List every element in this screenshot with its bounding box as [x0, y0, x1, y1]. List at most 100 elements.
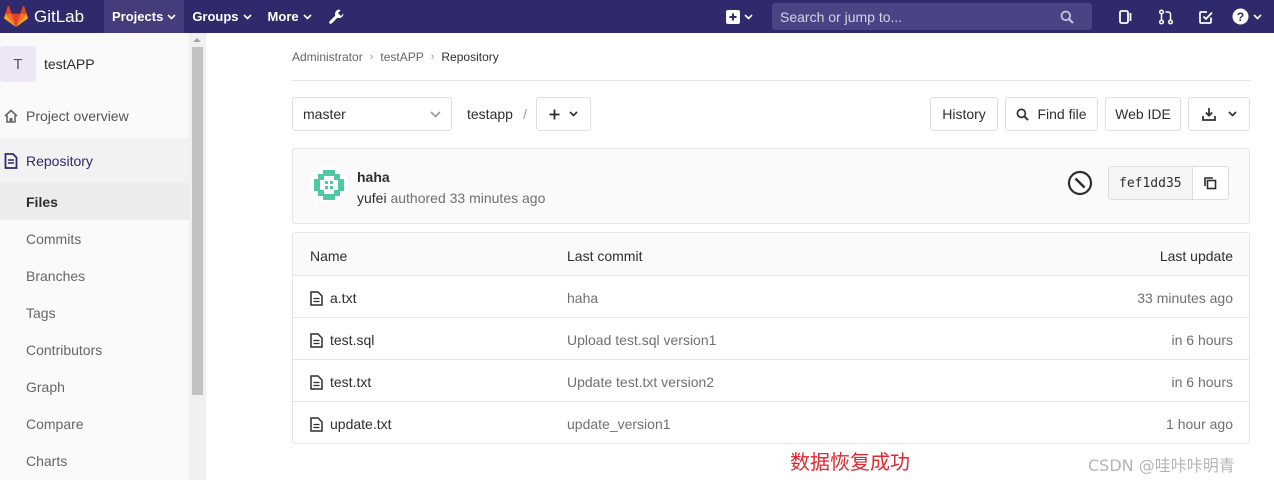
- projects-menu[interactable]: Projects: [104, 0, 185, 33]
- brand-name: GitLab: [34, 6, 85, 26]
- branch-select[interactable]: master: [292, 97, 452, 131]
- plus-icon: [549, 109, 560, 119]
- commit-author-link[interactable]: yufei: [357, 190, 387, 206]
- search-box[interactable]: [772, 3, 1092, 30]
- help-circle-icon: ?: [1232, 8, 1249, 25]
- file-name-link[interactable]: update.txt: [310, 416, 392, 432]
- top-navbar: GitLab Projects Groups More Search or ju…: [0, 0, 1274, 33]
- commit-meta: yufei authored 33 minutes ago: [357, 190, 545, 206]
- file-name-link[interactable]: test.txt: [310, 374, 371, 390]
- chevron-down-icon: [1227, 111, 1237, 117]
- search-icon: [1017, 108, 1030, 121]
- breadcrumb-repository[interactable]: Repository: [441, 50, 498, 64]
- sidebar-project-header[interactable]: T testAPP: [0, 44, 189, 84]
- table-header: Name Last commit Last update: [293, 233, 1249, 276]
- new-item-dropdown[interactable]: [722, 0, 768, 33]
- file-icon: [310, 374, 323, 390]
- admin-area-button[interactable]: [320, 0, 354, 33]
- last-update-time: 1 hour ago: [1166, 416, 1233, 432]
- find-file-button[interactable]: Find file: [1005, 97, 1098, 131]
- chevron-down-icon: [167, 13, 176, 20]
- chevron-down-icon: [1253, 13, 1262, 20]
- search-icon: [1060, 10, 1074, 24]
- last-commit-link[interactable]: haha: [567, 290, 598, 306]
- file-icon: [310, 416, 323, 432]
- svg-text:?: ?: [1237, 10, 1244, 24]
- download-dropdown[interactable]: [1188, 97, 1250, 131]
- download-icon: [1201, 108, 1216, 121]
- groups-menu[interactable]: Groups: [184, 0, 259, 33]
- merge-requests-button[interactable]: [1146, 0, 1186, 33]
- chevron-down-icon: [744, 13, 753, 20]
- sidebar-item-branches[interactable]: Branches: [0, 257, 189, 294]
- find-file-label: Find file: [1037, 106, 1087, 122]
- plus-square-icon: [726, 9, 740, 24]
- commit-title-link[interactable]: haha: [357, 169, 390, 185]
- sidebar-item-charts[interactable]: Charts: [0, 442, 189, 479]
- sidebar-item-label: Repository: [26, 152, 93, 169]
- sidebar-item-repository[interactable]: Repository: [0, 138, 189, 183]
- table-row[interactable]: a.txt haha 33 minutes ago: [293, 276, 1249, 318]
- sidebar-item-tags[interactable]: Tags: [0, 294, 189, 331]
- column-header-name: Name: [310, 248, 348, 264]
- sidebar-item-project-overview[interactable]: Project overview: [0, 97, 189, 134]
- sidebar-scroll-thumb[interactable]: [192, 47, 203, 395]
- sidebar-item-commits[interactable]: Commits: [0, 220, 189, 257]
- repo-path-link[interactable]: testapp: [467, 106, 513, 122]
- sidebar-item-files[interactable]: Files: [0, 183, 189, 220]
- project-name: testAPP: [44, 56, 95, 72]
- path-separator: /: [523, 106, 527, 122]
- last-commit-link[interactable]: Update test.txt version2: [567, 374, 714, 390]
- wrench-icon: [328, 9, 344, 24]
- web-ide-button[interactable]: Web IDE: [1105, 97, 1181, 131]
- gitlab-logo-icon: [4, 5, 28, 27]
- help-dropdown[interactable]: ?: [1226, 0, 1274, 33]
- issues-icon: [1119, 9, 1132, 24]
- breadcrumb-separator-icon: ›: [430, 51, 435, 63]
- table-row[interactable]: update.txt update_version1 1 hour ago: [293, 402, 1249, 444]
- annotation-text: 数据恢复成功: [790, 450, 910, 474]
- commit-sha-label[interactable]: fef1dd35: [1109, 167, 1192, 199]
- document-icon: [2, 152, 20, 170]
- commit-sha-group: fef1dd35: [1108, 166, 1229, 200]
- breadcrumb: Administrator › testAPP › Repository: [292, 50, 499, 64]
- issues-button[interactable]: [1106, 0, 1146, 33]
- last-commit-link[interactable]: update_version1: [567, 416, 671, 432]
- sidebar-item-compare[interactable]: Compare: [0, 405, 189, 442]
- pipeline-status-icon[interactable]: [1067, 170, 1093, 196]
- last-update-time: in 6 hours: [1171, 332, 1233, 348]
- last-update-time: in 6 hours: [1171, 374, 1233, 390]
- file-name-link[interactable]: test.sql: [310, 332, 374, 348]
- todos-button[interactable]: [1186, 0, 1226, 33]
- breadcrumb-administrator[interactable]: Administrator: [292, 50, 363, 64]
- last-update-time: 33 minutes ago: [1137, 290, 1233, 306]
- file-tree-table: Name Last commit Last update a.txt haha …: [292, 232, 1250, 444]
- breadcrumb-project[interactable]: testAPP: [380, 50, 423, 64]
- last-commit-link[interactable]: Upload test.sql version1: [567, 332, 716, 348]
- chevron-down-icon: [569, 111, 578, 117]
- history-button[interactable]: History: [930, 97, 998, 131]
- todo-check-icon: [1199, 10, 1213, 24]
- file-name-link[interactable]: a.txt: [310, 290, 356, 306]
- copy-sha-button[interactable]: [1191, 167, 1228, 199]
- sidebar-item-contributors[interactable]: Contributors: [0, 331, 189, 368]
- scroll-up-arrow-icon[interactable]: [193, 38, 201, 42]
- file-name: a.txt: [330, 290, 357, 306]
- add-to-tree-dropdown[interactable]: [536, 97, 591, 131]
- project-avatar: T: [0, 46, 36, 82]
- last-commit-panel: haha yufei authored 33 minutes ago fef1d…: [292, 148, 1250, 224]
- table-row[interactable]: test.sql Upload test.sql version1 in 6 h…: [293, 318, 1249, 360]
- table-row[interactable]: test.txt Update test.txt version2 in 6 h…: [293, 360, 1249, 402]
- watermark-text: CSDN @哇咔咔明青: [1088, 456, 1235, 475]
- more-menu[interactable]: More: [260, 0, 320, 33]
- home-icon: [2, 107, 20, 125]
- column-header-last-commit: Last commit: [567, 248, 643, 264]
- more-menu-label: More: [267, 9, 299, 24]
- sidebar-item-graph[interactable]: Graph: [0, 368, 189, 405]
- gitlab-home-link[interactable]: GitLab: [0, 0, 104, 33]
- groups-menu-label: Groups: [192, 9, 239, 24]
- search-input[interactable]: [780, 8, 1060, 25]
- file-name: test.txt: [330, 374, 372, 390]
- file-name: update.txt: [330, 416, 392, 432]
- file-icon: [310, 332, 323, 348]
